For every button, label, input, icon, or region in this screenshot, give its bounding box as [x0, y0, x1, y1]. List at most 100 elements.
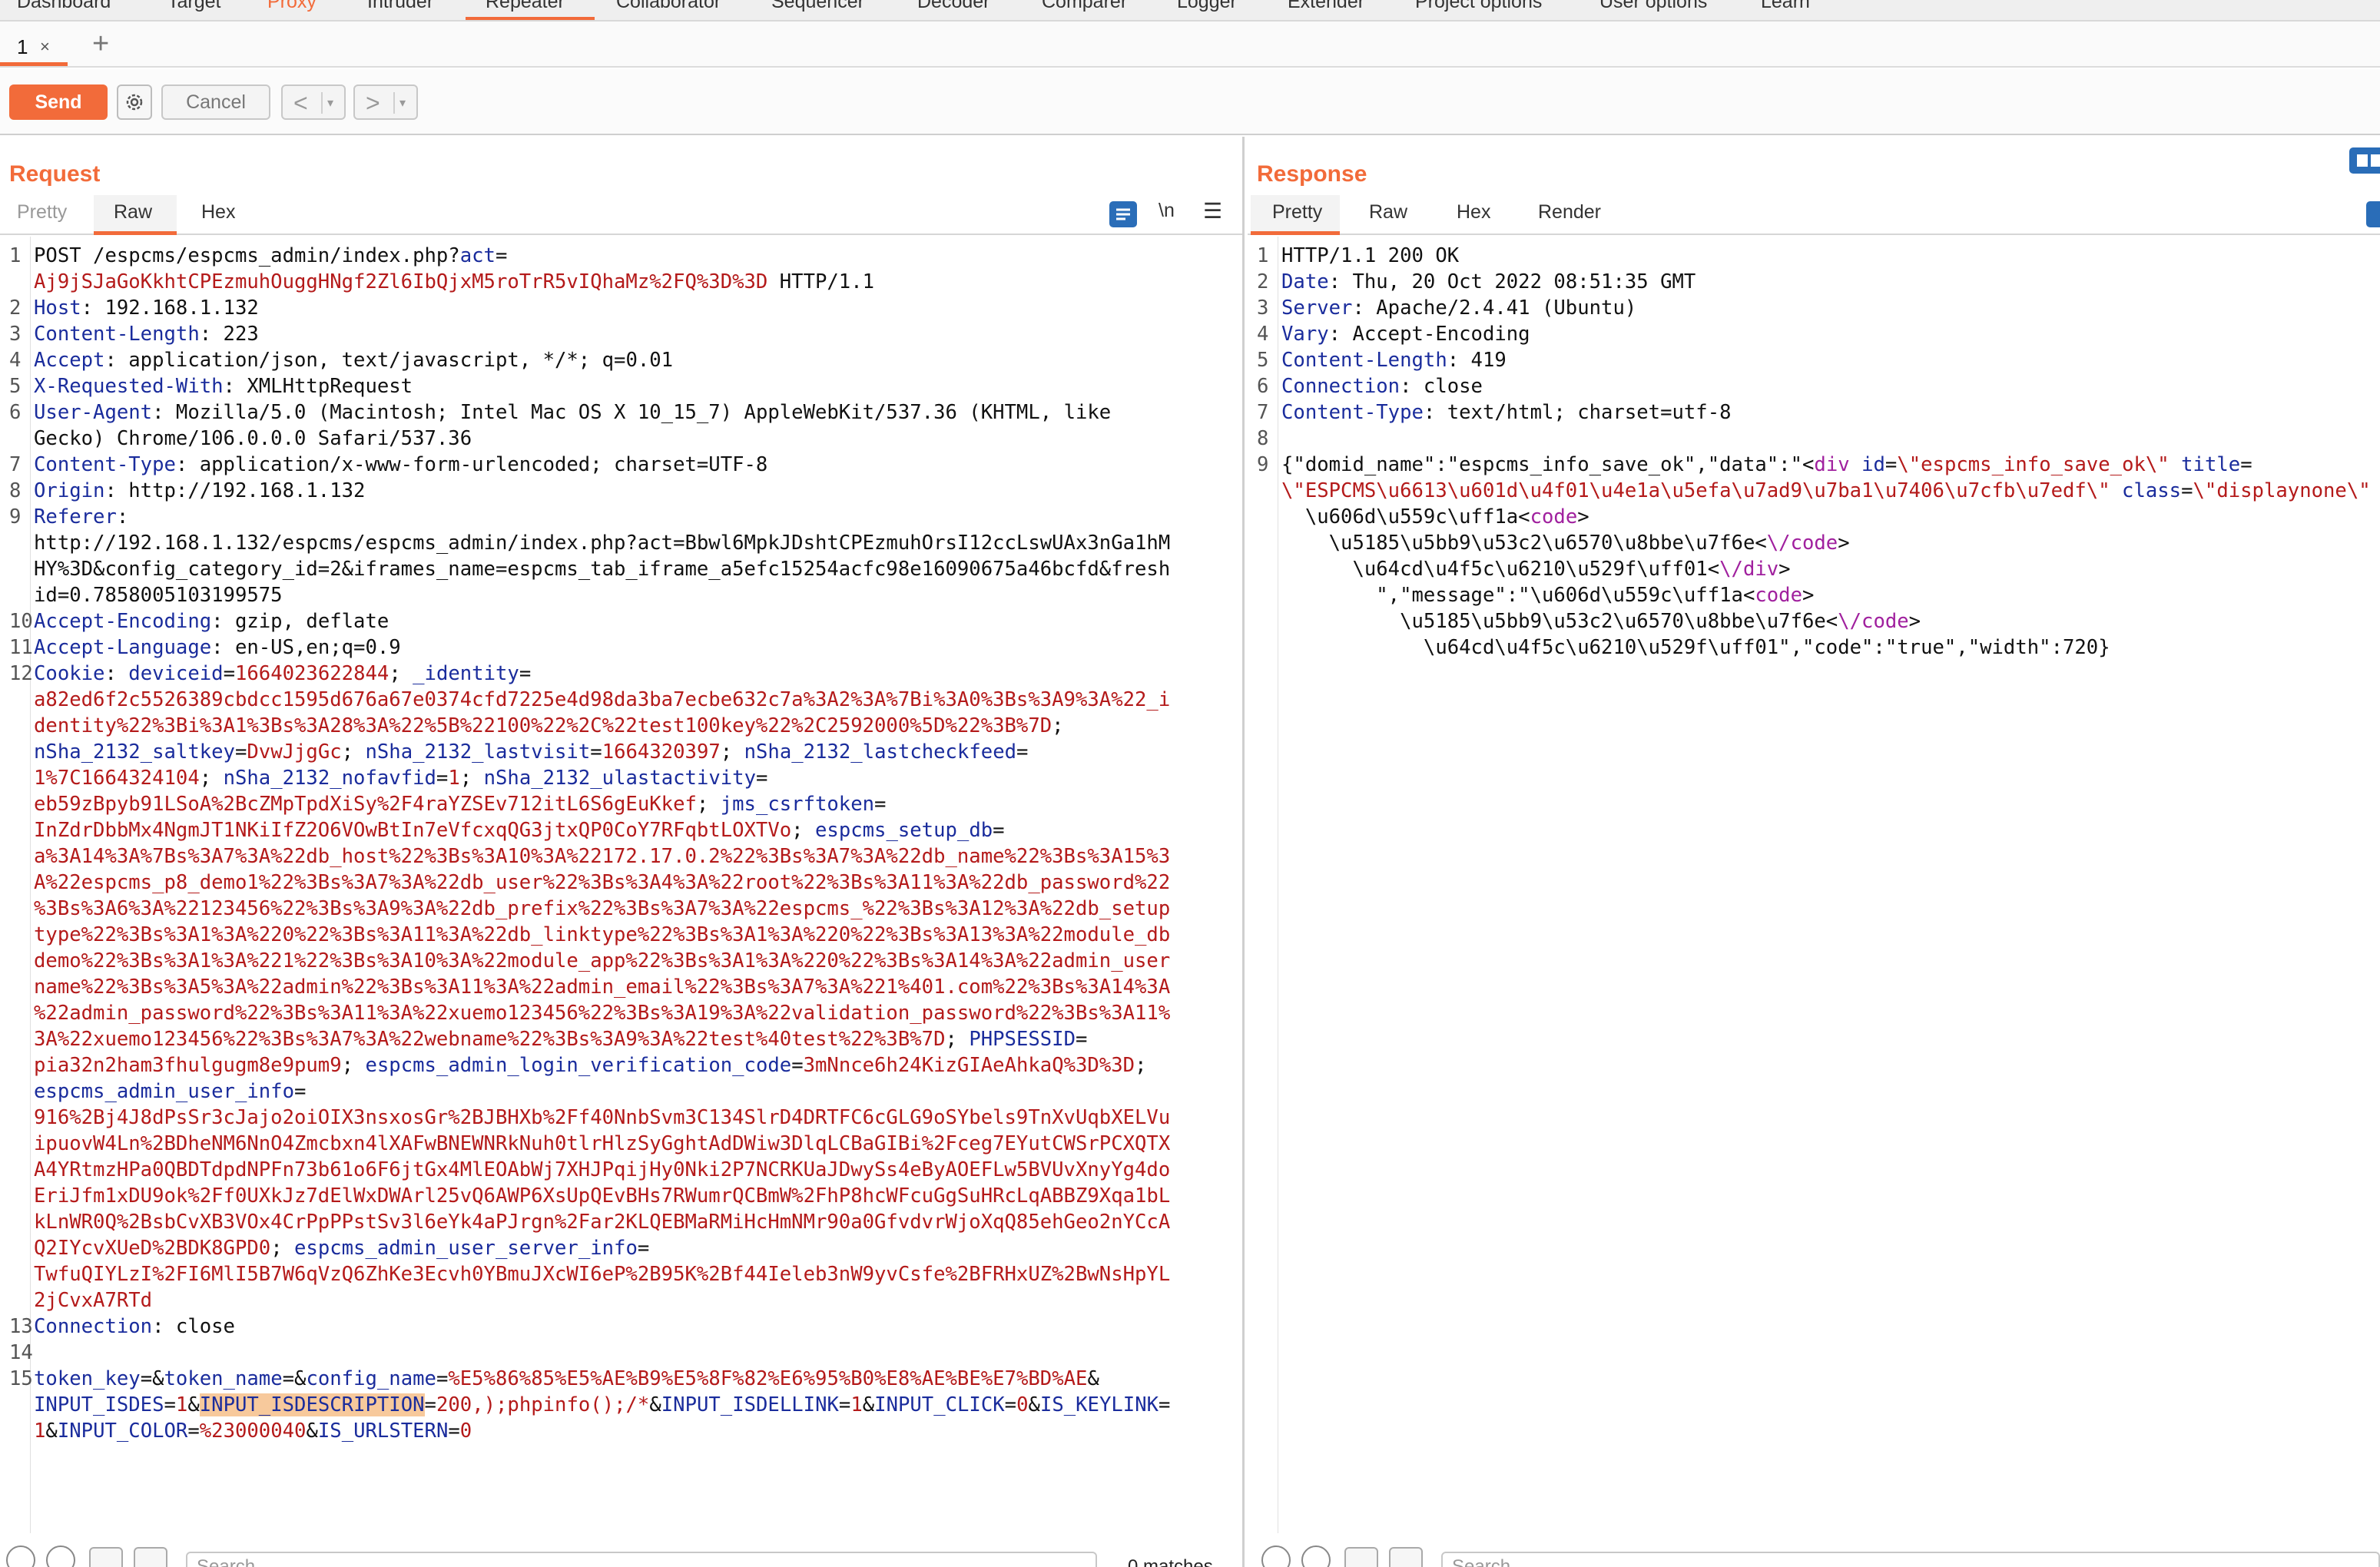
- code-line: 7 Content-Type: text/html; charset=utf-8: [1248, 399, 2371, 426]
- code-text: : Apache/2.4.41 (Ubuntu): [1352, 297, 1637, 320]
- close-icon[interactable]: ×: [40, 37, 50, 57]
- code-value: 1664320397: [602, 740, 721, 764]
- code-line: 14: [0, 1340, 1170, 1366]
- next-match-button[interactable]: [134, 1547, 167, 1567]
- previous-match-button[interactable]: [1344, 1547, 1378, 1567]
- tab-raw[interactable]: Raw: [1369, 201, 1407, 224]
- tool-tab-collaborator[interactable]: Collaborator: [616, 0, 721, 13]
- send-button[interactable]: Send: [9, 84, 108, 120]
- code-line: 4 Vary: Accept-Encoding: [1248, 321, 2371, 347]
- code-text: =: [495, 244, 508, 267]
- code-line: \u5185\u5bb9\u53c2\u6570\u8bbe\u7f6e<\/c…: [1248, 608, 2371, 634]
- tool-tab-proxy[interactable]: Proxy: [267, 0, 317, 13]
- next-match-button[interactable]: [1389, 1547, 1423, 1567]
- code-text: =: [1016, 740, 1029, 764]
- tool-tab-repeater[interactable]: Repeater: [486, 0, 565, 13]
- layout-toggle-icon[interactable]: [2349, 147, 2380, 174]
- line-number: 12: [9, 662, 33, 685]
- tool-tab-intruder[interactable]: Intruder: [367, 0, 433, 13]
- code-text: =: [448, 1420, 460, 1443]
- code-key: _identity: [413, 662, 519, 685]
- request-editor[interactable]: 1 POST /espcms/espcms_admin/index.php?act…: [0, 237, 1242, 1533]
- code-value: 1%7C1664324104: [34, 767, 200, 790]
- tab-pretty[interactable]: Pretty: [17, 201, 67, 224]
- gear-icon[interactable]: [117, 84, 152, 120]
- code-text: =: [187, 1420, 200, 1443]
- code-text: =: [436, 1367, 449, 1390]
- code-line: 1&INPUT_COLOR=%23000040&IS_URLSTERN=0: [0, 1418, 1170, 1444]
- divider: [393, 92, 395, 114]
- response-editor[interactable]: 1 HTTP/1.1 200 OK 2 Date: Thu, 20 Oct 2022 …: [1248, 237, 2380, 1533]
- response-code[interactable]: 1 HTTP/1.1 200 OK 2 Date: Thu, 20 Oct 2022 …: [1248, 243, 2371, 661]
- tool-tab-user-options[interactable]: User options: [1599, 0, 1707, 13]
- code-text: div: [1814, 453, 1850, 476]
- request-code[interactable]: 1 POST /espcms/espcms_admin/index.php?act…: [0, 243, 1170, 1444]
- response-title: Response: [1257, 161, 1367, 187]
- actions-icon[interactable]: [2366, 201, 2380, 227]
- previous-match-button[interactable]: [89, 1547, 123, 1567]
- code-text: ;: [459, 767, 484, 790]
- line-number: 14: [9, 1341, 33, 1364]
- code-key: espcms_admin_user_server_info: [294, 1237, 638, 1260]
- tab-hex[interactable]: Hex: [201, 201, 235, 224]
- line-number: 5: [1257, 349, 1269, 372]
- code-text: &: [187, 1393, 200, 1416]
- actions-icon[interactable]: [1109, 201, 1137, 227]
- tool-tab-learn[interactable]: Learn: [1761, 0, 1810, 13]
- tool-tab-decoder[interactable]: Decoder: [917, 0, 990, 13]
- code-text: : 223: [199, 323, 259, 346]
- code-line: id=0.7858005103199575: [0, 582, 1170, 608]
- tab-hex[interactable]: Hex: [1457, 201, 1490, 224]
- code-text: =: [993, 819, 1005, 842]
- code-line: 12Cookie: deviceid=1664023622844; _ident…: [0, 661, 1170, 687]
- code-text: >: [1908, 610, 1921, 633]
- code-line: http://192.168.1.132/espcms/espcms_admin…: [0, 530, 1170, 556]
- cancel-button[interactable]: Cancel: [161, 84, 270, 120]
- tool-tab-sequencer[interactable]: Sequencer: [771, 0, 864, 13]
- code-text: code: [1755, 584, 1802, 607]
- code-key: token_key: [34, 1367, 141, 1390]
- back-button[interactable]: < ▾: [281, 84, 346, 120]
- code-value: %3Bs%3A6%3A%22123456%22%3Bs%3A9%3A%22db_…: [34, 897, 1171, 920]
- code-line: 6 User-Agent: Mozilla/5.0 (Macintosh; Int…: [0, 399, 1170, 426]
- tab-render[interactable]: Render: [1538, 201, 1601, 224]
- add-tab-button[interactable]: +: [92, 28, 109, 61]
- code-key: User-Agent: [34, 401, 153, 424]
- code-text: ;: [341, 1054, 366, 1077]
- tool-tab-comparer[interactable]: Comparer: [1042, 0, 1127, 13]
- tab-raw[interactable]: Raw: [114, 201, 152, 224]
- code-text: HTTP/1.1 200 OK: [1281, 244, 1460, 267]
- forward-button[interactable]: > ▾: [353, 84, 418, 120]
- code-line: ipuovW4Ln%2BDheNM6NnO4Zmcbxn4lXAFwBNEWNR…: [0, 1131, 1170, 1157]
- code-text: : gzip, deflate: [211, 610, 389, 633]
- menu-icon[interactable]: ☰: [1203, 198, 1222, 224]
- code-text: HTTP/1.1: [767, 270, 875, 293]
- tool-tabs-bar: Dashboard Target Proxy Intruder Repeater…: [0, 0, 2380, 22]
- code-value: \"ESPCMS\u6613\u601d\u4f01\u4e1a\u5efa\u…: [1281, 479, 2110, 502]
- line-number: 2: [1257, 270, 1269, 293]
- tool-tab-dashboard[interactable]: Dashboard: [17, 0, 111, 13]
- code-value: ipuovW4Ln%2BDheNM6NnO4Zmcbxn4lXAFwBNEWNR…: [34, 1132, 1171, 1155]
- chevron-down-icon[interactable]: ▾: [327, 95, 333, 111]
- code-key: IS_URLSTERN: [317, 1420, 449, 1443]
- search-input[interactable]: Search...: [186, 1552, 1097, 1567]
- code-value: %23000040: [199, 1420, 307, 1443]
- code-text: \u5185\u5bb9\u53c2\u6570\u8bbe\u7f6e<: [1281, 610, 1838, 633]
- repeater-tab-1[interactable]: 1 ×: [0, 29, 68, 66]
- tool-tab-project-options[interactable]: Project options: [1415, 0, 1542, 13]
- tab-pretty[interactable]: Pretty: [1272, 201, 1322, 224]
- tool-tab-logger[interactable]: Logger: [1177, 0, 1237, 13]
- line-number: 2: [9, 297, 22, 320]
- code-text: http://192.168.1.132/espcms/espcms_admin…: [34, 532, 1171, 555]
- tool-tab-extender[interactable]: Extender: [1288, 0, 1364, 13]
- newline-toggle[interactable]: \n: [1159, 200, 1175, 222]
- search-input[interactable]: Search...: [1441, 1552, 2380, 1567]
- code-line: A4YRtmzHPa0QBDTdpdNPFn73b61o6F6jtGx4MlEO…: [0, 1157, 1170, 1183]
- code-line: HY%3D&config_category_id=2&iframes_name=…: [0, 556, 1170, 582]
- chevron-down-icon[interactable]: ▾: [399, 95, 406, 111]
- tool-tab-target[interactable]: Target: [167, 0, 220, 13]
- code-text: =: [223, 662, 235, 685]
- code-value: 1: [34, 1420, 46, 1443]
- line-number: 7: [9, 453, 22, 476]
- code-line: ","message":"\u606d\u559c\uff1a<code>: [1248, 582, 2371, 608]
